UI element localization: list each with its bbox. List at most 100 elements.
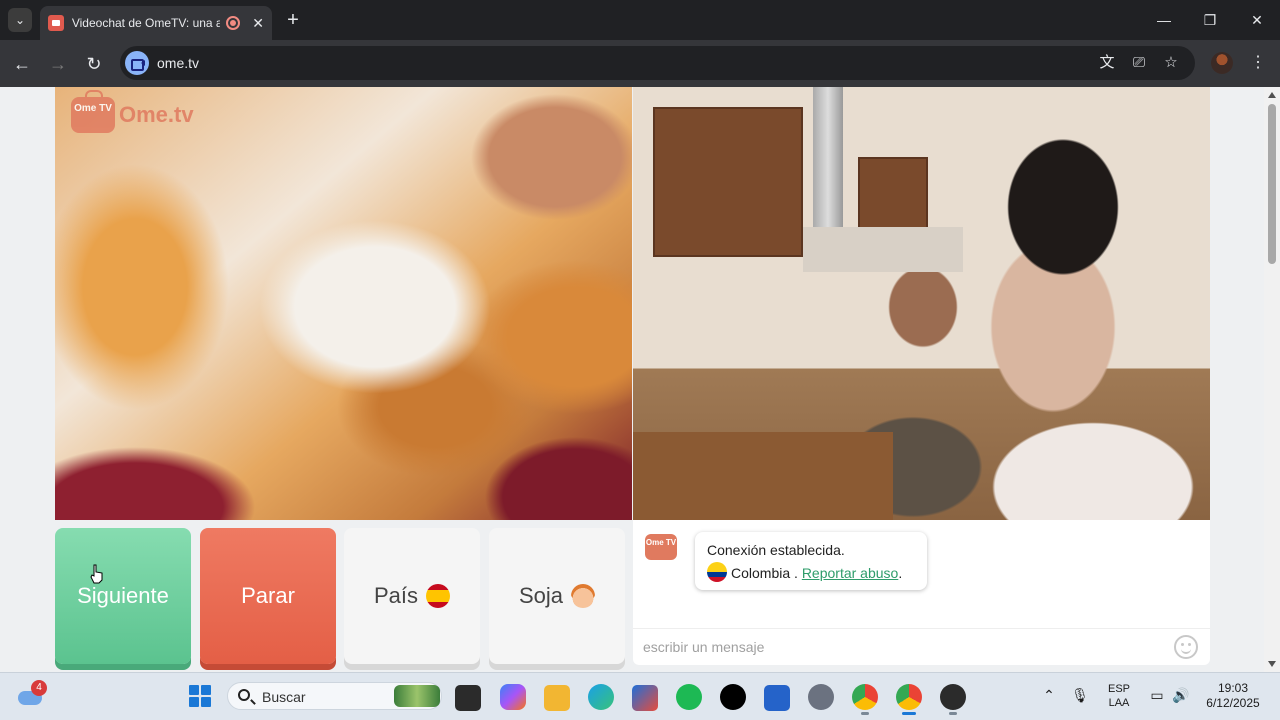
clock-date: 6/12/2025 (1206, 696, 1260, 710)
cast-icon[interactable]: ⎚ (1129, 53, 1149, 73)
partner-country: Colombia (731, 565, 791, 581)
start-button[interactable] (189, 685, 211, 707)
tab-close-button[interactable]: ✕ (252, 15, 264, 32)
address-bar[interactable]: ome.tv 文 ⎚ ☆ (120, 46, 1195, 80)
partner-info: Colombia . Reportar abuso. (707, 562, 915, 585)
arrow-right-icon: → (49, 54, 67, 74)
copilot-icon[interactable] (500, 684, 526, 710)
search-icon (238, 689, 250, 701)
task-view-icon[interactable] (455, 685, 481, 711)
file-explorer-icon[interactable] (544, 685, 570, 711)
star-icon[interactable]: ☆ (1161, 53, 1181, 73)
chevron-down-icon: ⌄ (14, 13, 26, 27)
tab-search-button[interactable]: ⌄ (8, 8, 32, 32)
close-window-button[interactable]: ✕ (1245, 8, 1269, 32)
chrome-profile-icon[interactable] (896, 684, 922, 710)
separator: . (790, 565, 802, 581)
new-tab-button[interactable]: + (283, 8, 303, 32)
keyboard-layout: LAA (1108, 697, 1130, 709)
arrow-left-icon: ← (13, 54, 31, 74)
volume-icon[interactable]: 🔊 (1172, 686, 1190, 704)
local-video: Ome TV Ome.tv (55, 87, 632, 520)
mail-icon[interactable] (764, 685, 790, 711)
chat-message-input[interactable] (643, 636, 1163, 658)
network-icon[interactable]: ▭ (1148, 686, 1166, 704)
chat-panel: Ome TV Conexión establecida. Colombia . … (633, 520, 1210, 665)
language-indicator[interactable]: ESP LAA (1104, 682, 1134, 710)
settings-gear-icon[interactable] (808, 684, 834, 710)
ometv-tv-icon: Ome TV (71, 97, 115, 133)
report-abuse-link[interactable]: Reportar abuso (802, 565, 899, 581)
microphone-icon[interactable]: 🎙 (1071, 686, 1089, 704)
boy-face-icon (571, 584, 596, 608)
url-text[interactable]: ome.tv (157, 55, 199, 71)
chevron-up-icon[interactable]: ⌃ (1040, 686, 1058, 704)
tab-title: Videochat de OmeTV: una a (71, 16, 221, 30)
profile-avatar[interactable] (1211, 52, 1233, 74)
active-indicator (902, 712, 916, 715)
taskbar-search[interactable]: Buscar (227, 682, 442, 710)
hand-cursor-icon (90, 564, 103, 584)
ometv-chat-logo-icon: Ome TV (645, 534, 677, 560)
windows-logo-icon (201, 685, 211, 695)
obs-icon[interactable] (940, 684, 966, 710)
language-code: ESP (1107, 683, 1130, 695)
chat-input-row (633, 628, 1210, 665)
kitchen-cabinet (858, 157, 928, 237)
page-scrollbar[interactable] (1264, 87, 1280, 672)
kitchen-pipe (813, 87, 843, 227)
windows-logo-icon (201, 697, 211, 707)
ometv-favicon-icon (48, 15, 64, 31)
windows-logo-icon (189, 685, 199, 695)
scroll-down-arrow-icon[interactable] (1268, 661, 1276, 667)
system-message: Conexión establecida. Colombia . Reporta… (695, 532, 927, 590)
windows-logo-icon (189, 697, 199, 707)
smiley-icon[interactable] (1174, 635, 1198, 659)
spotify-icon[interactable] (676, 684, 702, 710)
reload-button[interactable]: ↻ (82, 52, 106, 76)
stop-label: Parar (241, 583, 295, 608)
clock-time: 19:03 (1217, 681, 1249, 695)
scroll-thumb[interactable] (1268, 104, 1276, 264)
more-vert-icon[interactable]: ⋮ (1250, 52, 1266, 74)
colombia-flag-icon (707, 562, 727, 582)
edge-icon[interactable] (588, 684, 614, 710)
store-icon[interactable] (632, 685, 658, 711)
page-content: Ome TV Ome.tv Siguiente Parar País Soja … (0, 87, 1264, 672)
country-label: País (373, 583, 419, 608)
country-button[interactable]: País (344, 528, 480, 664)
forward-button[interactable]: → (46, 52, 70, 76)
logo-text: Ome.tv (119, 102, 194, 127)
site-info-icon[interactable] (125, 51, 149, 75)
kitchen-counter (633, 432, 893, 520)
ometv-logo: Ome TV Ome.tv (71, 97, 194, 133)
browser-toolbar: ← → ↻ ome.tv 文 ⎚ ☆ ⋮ (0, 40, 1280, 87)
next-label: Siguiente (77, 583, 169, 608)
stop-button[interactable]: Parar (200, 528, 336, 664)
running-indicator (949, 712, 957, 715)
range-hood (803, 227, 963, 272)
kitchen-cabinet (653, 107, 803, 257)
maximize-button[interactable]: ❐ (1198, 8, 1222, 32)
search-highlight-image (394, 685, 440, 707)
gender-label: Soja (518, 583, 564, 608)
search-placeholder: Buscar (262, 689, 306, 705)
recording-icon (226, 16, 241, 30)
translate-icon[interactable]: 文 (1097, 53, 1117, 73)
back-button[interactable]: ← (10, 52, 34, 76)
next-button[interactable]: Siguiente (55, 528, 191, 664)
tab-strip: ⌄ Videochat de OmeTV: una a ✕ + — ❐ ✕ (0, 0, 1280, 40)
reload-icon: ↻ (86, 54, 102, 74)
clock[interactable]: 19:03 6/12/2025 (1198, 681, 1268, 711)
report-suffix: . (898, 565, 903, 581)
scroll-up-arrow-icon[interactable] (1268, 92, 1276, 98)
chrome-icon[interactable] (852, 684, 878, 710)
tiktok-icon[interactable] (720, 684, 746, 710)
running-indicator (861, 712, 869, 715)
notification-badge: 4 (31, 680, 47, 696)
gender-button[interactable]: Soja (489, 528, 625, 664)
remote-video (633, 87, 1210, 520)
spain-flag-icon (426, 584, 451, 608)
minimize-button[interactable]: — (1152, 8, 1176, 32)
browser-tab[interactable]: Videochat de OmeTV: una a ✕ (40, 6, 272, 40)
